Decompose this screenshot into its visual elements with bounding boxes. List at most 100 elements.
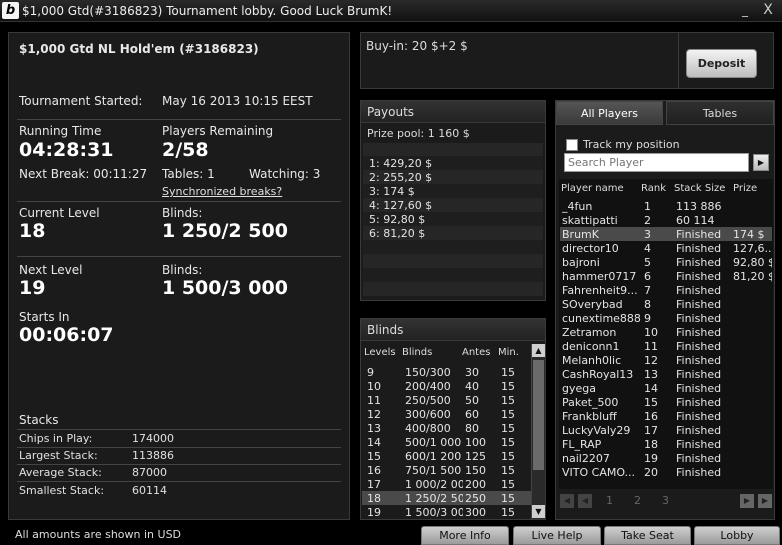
players-remaining-label: Players Remaining [162, 124, 274, 138]
stack-value: 174000 [132, 432, 174, 445]
min-cell: 15 [501, 506, 515, 519]
rank-cell: 1 [644, 200, 651, 213]
table-row[interactable]: deniconn1 11 Finished [560, 339, 772, 353]
player-name-cell: BrumK [562, 228, 599, 241]
player-name-cell: Zetramon [562, 326, 617, 339]
stack-cell: Finished [676, 298, 722, 311]
stack-cell: Finished [676, 452, 722, 465]
lobby-button[interactable]: Lobby [694, 526, 780, 545]
table-row[interactable]: 11 250/500 50 15 [362, 393, 531, 407]
table-row[interactable]: Paket_500 15 Finished [560, 395, 772, 409]
table-row[interactable]: 14 500/1 000 100 15 [362, 435, 531, 449]
rank-cell: 2 [644, 214, 651, 227]
column-header-min[interactable]: Min. [498, 347, 519, 358]
search-player-input[interactable] [564, 153, 749, 172]
page-link[interactable]: 2 [634, 494, 641, 507]
table-row[interactable]: Zetramon 10 Finished [560, 325, 772, 339]
list-item [363, 282, 543, 296]
payouts-title: Payouts [367, 105, 415, 119]
page-link[interactable]: 3 [662, 494, 669, 507]
table-row[interactable]: Melanh0lic 12 Finished [560, 353, 772, 367]
prize-cell: 81,20 $ [733, 270, 772, 283]
live-help-button[interactable]: Live Help [513, 526, 601, 545]
table-row[interactable]: 15 600/1 200 125 15 [362, 449, 531, 463]
prev-page-icon[interactable]: ◀ [578, 494, 592, 508]
scrollbar[interactable]: ▲ ▼ [531, 344, 545, 519]
table-row[interactable]: 17 1 000/2 000200 15 [362, 477, 531, 491]
divider [17, 447, 341, 448]
player-name-cell: Fahrenheit9... [562, 284, 638, 297]
list-item: 5: 92,80 $ [363, 212, 543, 226]
next-level-label: Next Level [19, 263, 83, 277]
scroll-up-icon[interactable]: ▲ [532, 344, 545, 357]
started-label: Tournament Started: [19, 94, 143, 108]
blinds-panel: Blinds Levels Blinds Antes Min. 9 150/300… [360, 318, 546, 520]
table-row[interactable]: hammer0717 6 Finished 81,20 $ [560, 269, 772, 283]
table-row[interactable]: VITO CAMO... 20 Finished [560, 465, 772, 479]
table-row[interactable]: director10 4 Finished 127,6... [560, 241, 772, 255]
app-logo-icon: b [2, 2, 19, 19]
table-row[interactable]: 19 1 500/3 000300 15 [362, 505, 531, 519]
synchronized-breaks-link[interactable]: Synchronized breaks? [162, 185, 282, 198]
player-name-cell: _4fun [562, 200, 593, 213]
column-header-antes[interactable]: Antes [462, 347, 490, 358]
column-header-player-name[interactable]: Player name [561, 183, 624, 194]
table-row[interactable]: gyega 14 Finished [560, 381, 772, 395]
table-row-selected[interactable]: BrumK 3 Finished 174 $ [560, 227, 772, 241]
close-button[interactable]: X [760, 2, 776, 18]
list-item: 6: 81,20 $ [363, 226, 543, 240]
stack-cell: 60 114 [676, 214, 715, 227]
column-header-rank[interactable]: Rank [641, 183, 666, 194]
antes-cell: 250 [465, 492, 486, 505]
next-page-icon[interactable]: ▶ [740, 494, 754, 508]
min-cell: 15 [501, 380, 515, 393]
track-position-checkbox[interactable] [566, 139, 578, 151]
table-row[interactable]: 16 750/1 500 150 15 [362, 463, 531, 477]
table-row[interactable]: _4fun 1 113 886 [560, 199, 772, 213]
tab-all-players[interactable]: All Players [556, 101, 663, 125]
table-row[interactable]: LuckyValy29 17 Finished [560, 423, 772, 437]
table-row[interactable]: 12 300/600 60 15 [362, 407, 531, 421]
deposit-button[interactable]: Deposit [686, 49, 757, 78]
min-cell: 15 [501, 422, 515, 435]
player-name-cell: VITO CAMO... [562, 466, 636, 479]
scroll-thumb[interactable] [533, 360, 544, 470]
table-row[interactable]: FL_RAP 18 Finished [560, 437, 772, 451]
tournament-info-panel: $1,000 Gtd NL Hold'em (#3186823) Tournam… [8, 32, 350, 520]
table-row[interactable]: Fahrenheit9... 7 Finished [560, 283, 772, 297]
table-row[interactable]: CashRoyal13 13 Finished [560, 367, 772, 381]
column-header-levels[interactable]: Levels [364, 347, 396, 358]
table-row-selected[interactable]: 18 1 250/2 500250 15 [362, 491, 531, 505]
column-header-prize[interactable]: Prize [733, 183, 757, 194]
table-row[interactable]: 9 150/300 30 15 [362, 365, 531, 379]
table-row[interactable]: cunextime888 9 Finished [560, 311, 772, 325]
first-page-icon[interactable]: ◀ [560, 494, 574, 508]
table-row[interactable]: 13 400/800 80 15 [362, 421, 531, 435]
player-name-cell: SOverybad [562, 298, 623, 311]
search-arrow-icon[interactable]: ▶ [753, 154, 769, 171]
blinds-cell: 150/300 [405, 366, 451, 379]
page-link[interactable]: 1 [606, 494, 613, 507]
table-row[interactable]: skattipatti 2 60 114 [560, 213, 772, 227]
table-row[interactable]: 10 200/400 40 15 [362, 379, 531, 393]
level-cell: 19 [367, 506, 381, 519]
minimize-button[interactable]: _ [737, 2, 753, 18]
table-row[interactable]: Frankbluff 16 Finished [560, 409, 772, 423]
level-cell: 10 [367, 380, 381, 393]
column-header-stack-size[interactable]: Stack Size [674, 183, 725, 194]
tab-tables[interactable]: Tables [666, 101, 774, 125]
player-name-cell: nail2207 [562, 452, 610, 465]
window-title: $1,000 Gtd(#3186823) Tournament lobby. G… [22, 4, 393, 18]
table-row[interactable]: bajroni 5 Finished 92,80 $ [560, 255, 772, 269]
started-value: May 16 2013 10:15 EEST [162, 94, 313, 108]
stack-cell: Finished [676, 242, 722, 255]
more-info-button[interactable]: More Info [421, 526, 509, 545]
blinds-cell: 1 500/3 000 [405, 506, 463, 519]
take-seat-button[interactable]: Take Seat [604, 526, 691, 545]
column-header-blinds[interactable]: Blinds [402, 347, 432, 358]
last-page-icon[interactable]: ▶ [758, 494, 772, 508]
table-row[interactable]: nail2207 19 Finished [560, 451, 772, 465]
table-row[interactable]: SOverybad 8 Finished [560, 297, 772, 311]
scroll-down-icon[interactable]: ▼ [532, 505, 545, 518]
payout-text: 6: 81,20 $ [369, 227, 426, 240]
